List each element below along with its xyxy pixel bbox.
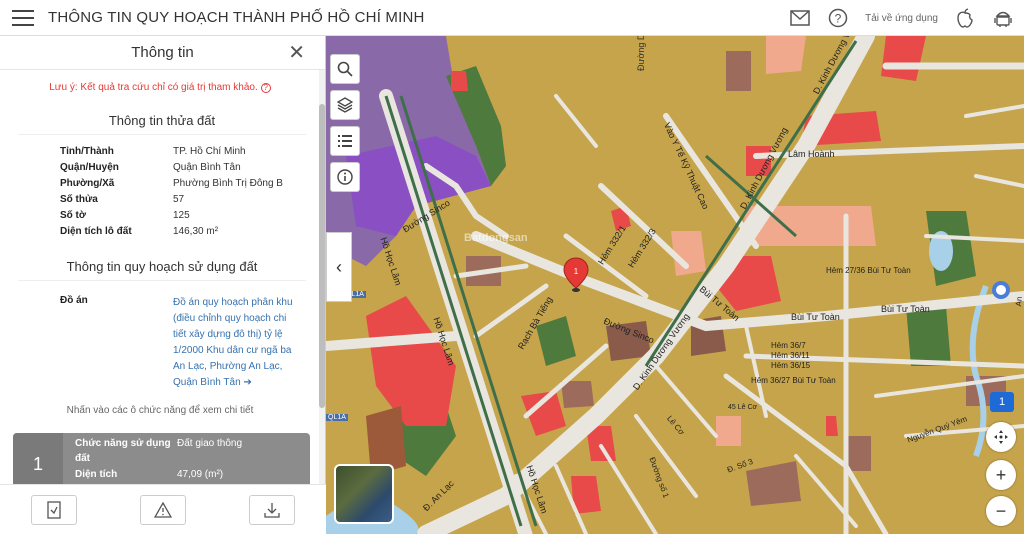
hint-text: Nhấn vào các ô chức năng để xem chi tiết (66, 405, 254, 416)
plus-icon[interactable]: + (996, 465, 1007, 486)
info-value: 146,30 m² (173, 225, 219, 237)
disclaimer-text: Lưu ý: Kết quả tra cứu chỉ có giá trị th… (49, 82, 258, 93)
plan-link-text[interactable]: Đồ án quy hoạch phân khu (điều chỉnh quy… (173, 297, 293, 388)
info-key: Quận/Huyện (60, 161, 119, 173)
scrollbar-thumb[interactable] (319, 104, 325, 408)
map-toolbar (330, 54, 360, 192)
apple-icon[interactable] (954, 7, 976, 29)
zoom-in-button[interactable]: + (986, 460, 1016, 490)
close-icon[interactable]: ✕ (288, 43, 305, 63)
info-row: Quận/Huyện Quận Bình Tân (60, 159, 320, 175)
watermark-logo: Batdongsan (464, 232, 528, 244)
land-info-list: Tỉnh/Thành TP. Hồ Chí Minh Quận/Huyện Quận… (0, 143, 320, 239)
locate-button[interactable] (986, 422, 1016, 452)
download-button[interactable] (248, 494, 295, 525)
help-icon[interactable]: ? (827, 7, 849, 29)
download-icon (263, 502, 280, 518)
info-panel: Thông tin ✕ Lưu ý: Kết quả tra cứu chỉ c… (0, 36, 326, 534)
svg-text:1: 1 (574, 267, 579, 276)
app-title: THÔNG TIN QUY HOẠCH THÀNH PHỐ HỒ CHÍ MIN… (48, 9, 425, 26)
panel-footer (0, 484, 326, 534)
list-icon (338, 135, 352, 147)
info-row: Phường/Xã Phường Bình Trị Đông B (60, 175, 320, 191)
info-key: Số thửa (60, 193, 98, 205)
report-button[interactable] (139, 494, 186, 525)
map-label: Bùi Tư Toàn (881, 304, 930, 314)
export-pdf-button[interactable] (31, 494, 78, 525)
map-label: Hẻm 36/27 Bùi Tư Toàn (751, 376, 836, 385)
info-value: TP. Hồ Chí Minh (173, 145, 246, 157)
info-icon (337, 169, 353, 185)
mail-icon[interactable] (789, 7, 811, 29)
map-label: 45 Lê Cơ (728, 404, 758, 411)
info-value: Phường Bình Trị Đông B (173, 177, 283, 189)
panel-title: Thông tin (131, 44, 194, 61)
svg-text:?: ? (835, 12, 842, 26)
map-label: Hẻm 36/11 (771, 351, 810, 360)
info-row: Tỉnh/Thành TP. Hồ Chí Minh (60, 143, 320, 159)
satellite-minimap[interactable] (334, 464, 394, 524)
map-canvas[interactable]: 1 (326, 36, 1024, 534)
map-label: Đường D5 (636, 36, 646, 71)
function-row: Chức năng sử dụng đất Đất giao thông (75, 436, 242, 466)
map-label: Hẻm 36/15 (771, 361, 811, 370)
result-count-badge[interactable]: 1 (990, 392, 1014, 412)
info-row: Số tờ 125 (60, 207, 320, 223)
plan-row: Đồ án Đồ án quy hoạch phân khu (điều chỉ… (60, 295, 320, 391)
collapse-panel-button[interactable]: ‹ (326, 232, 352, 302)
plan-link[interactable]: Đồ án quy hoạch phân khu (điều chỉnh quy… (173, 295, 295, 391)
app-header: THÔNG TIN QUY HOẠCH THÀNH PHỐ HỒ CHÍ MIN… (0, 0, 1024, 36)
layers-button[interactable] (330, 90, 360, 120)
info-key: Phường/Xã (60, 177, 115, 189)
legend-button[interactable] (330, 126, 360, 156)
question-icon[interactable]: ? (260, 83, 271, 93)
warning-icon (153, 501, 172, 518)
road-badge: QL1A (326, 414, 348, 421)
planning-map[interactable]: 1 Đường D5 D. Kinh Dương Vương D. Kinh D… (326, 36, 1024, 534)
plan-label: Đồ án (60, 295, 88, 306)
map-label: Hẻm 27/36 Bùi Tư Toàn (826, 266, 911, 275)
info-value: 57 (173, 193, 185, 205)
download-app-label: Tải về ứng dụng (865, 12, 938, 24)
info-key: Số tờ (60, 209, 86, 221)
area-row: Diện tích 47,09 (m²) (75, 467, 223, 482)
info-key: Diện tích lô đất (60, 225, 132, 237)
disclaimer-note: Lưu ý: Kết quả tra cứu chỉ có giá trị th… (0, 82, 320, 93)
info-key: Tỉnh/Thành (60, 145, 114, 157)
map-label: Lâm Hoành (788, 149, 835, 159)
layers-icon (337, 97, 353, 113)
info-value: 125 (173, 209, 190, 221)
map-search-button[interactable] (330, 54, 360, 84)
info-value: Quận Bình Tân (173, 161, 241, 173)
land-section-title: Thông tin thửa đất (18, 113, 306, 135)
chevron-left-icon[interactable]: ‹ (336, 257, 342, 278)
panel-body: Lưu ý: Kết quả tra cứu chỉ có giá trị th… (0, 70, 320, 484)
android-icon[interactable] (992, 7, 1014, 29)
function-value: Đất giao thông (177, 438, 243, 449)
panel-header: Thông tin ✕ (0, 36, 325, 70)
map-label: An Dương Vương (1014, 282, 1024, 308)
minus-icon[interactable]: − (996, 501, 1007, 522)
search-icon (337, 61, 353, 77)
panel-scrollbar[interactable] (319, 70, 325, 484)
plan-section-title: Thông tin quy hoạch sử dụng đất (18, 259, 306, 281)
area-label: Diện tích (75, 469, 118, 480)
map-label: Hẻm 36/7 (771, 341, 806, 350)
info-row: Diện tích lô đất 146,30 m² (60, 223, 320, 239)
info-button[interactable] (330, 162, 360, 192)
document-icon (47, 500, 61, 519)
zoom-out-button[interactable]: − (986, 496, 1016, 526)
menu-icon[interactable] (12, 9, 34, 26)
crosshair-icon (994, 430, 1008, 444)
current-location-marker[interactable] (992, 281, 1010, 299)
area-value: 47,09 (m²) (177, 469, 224, 480)
function-label: Chức năng sử dụng đất (75, 438, 171, 464)
arrow-right-icon[interactable]: ➔ (243, 377, 251, 388)
map-label: Bùi Tư Toàn (791, 312, 840, 322)
info-row: Số thửa 57 (60, 191, 320, 207)
